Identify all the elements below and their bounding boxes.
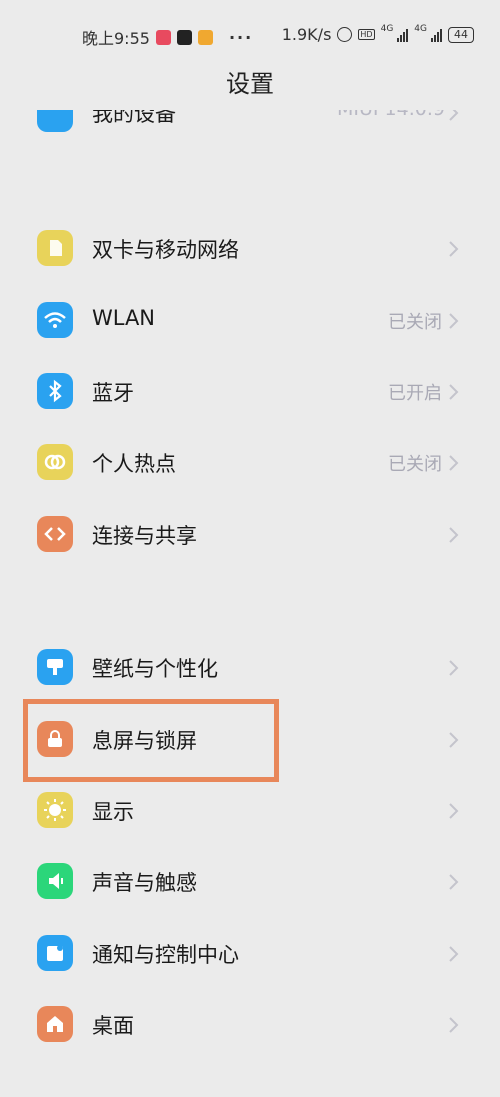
settings-item-label: 连接与共享 [92, 524, 197, 548]
app-notification-icon-2 [197, 29, 213, 45]
settings-item-desktop[interactable]: 桌面 [0, 990, 500, 1062]
settings-item-hotspot[interactable]: 个人热点 已关闭 [0, 428, 500, 500]
network-type-2: 4G [414, 23, 427, 34]
hd-icon: HD [358, 29, 375, 40]
settings-item-bluetooth[interactable]: 蓝牙 已开启 [0, 357, 500, 429]
app-notification-icon [155, 29, 171, 45]
chevron-right-icon [449, 803, 459, 819]
settings-item-label: 显示 [92, 800, 134, 824]
settings-item-label: 双卡与移动网络 [92, 238, 239, 262]
hotspot-icon [37, 444, 73, 480]
settings-item-label: 我的设备 [92, 110, 176, 126]
signal-icon-1 [397, 28, 409, 42]
brightness-icon [37, 792, 73, 828]
settings-item-label: WLAN [92, 306, 156, 330]
status-time: 晚上9:55 [82, 29, 150, 48]
sound-icon [37, 863, 73, 899]
settings-item-label: 个人热点 [92, 452, 176, 476]
status-bar-right: 1.9K/s HD 4G 4G 44 [281, 23, 474, 44]
settings-item-value: MIUI 14.0.9 [337, 110, 445, 120]
wifi-icon [37, 302, 73, 338]
network-speed: 1.9K/s [281, 25, 332, 44]
status-bar-left: 晚上9:55 ··· [82, 25, 253, 49]
chevron-right-icon [449, 110, 459, 121]
settings-item-dual-sim[interactable]: 双卡与移动网络 [0, 214, 500, 286]
page-title: 设置 [226, 70, 274, 98]
settings-item-label: 桌面 [92, 1014, 134, 1038]
chevron-right-icon [449, 946, 459, 962]
settings-item-wallpaper[interactable]: 壁纸与个性化 [0, 633, 500, 705]
settings-item-label: 壁纸与个性化 [92, 657, 218, 681]
signal-icon-2 [431, 28, 442, 42]
wallpaper-icon [37, 649, 73, 685]
chevron-right-icon [449, 455, 459, 471]
settings-item-label: 通知与控制中心 [92, 943, 239, 967]
chevron-right-icon [449, 732, 459, 748]
settings-item-connection-sharing[interactable]: 连接与共享 [0, 500, 500, 572]
sim-card-icon [37, 230, 73, 266]
chevron-right-icon [449, 660, 459, 676]
notification-icon [37, 935, 73, 971]
chevron-right-icon [449, 241, 459, 257]
chevron-right-icon [449, 384, 459, 400]
bluetooth-icon [37, 373, 73, 409]
chevron-right-icon [449, 527, 459, 543]
chevron-right-icon [449, 1017, 459, 1033]
chevron-right-icon [449, 874, 459, 890]
settings-item-label: 声音与触感 [92, 871, 197, 895]
more-notifications-icon: ··· [228, 27, 254, 47]
settings-item-value: 已开启 [388, 383, 442, 404]
highlight-box [23, 699, 279, 782]
home-icon [37, 1006, 73, 1042]
settings-item-value: 已关闭 [388, 312, 442, 333]
settings-item-my-device[interactable]: 我的设备 MIUI 14.0.9 [0, 110, 500, 132]
settings-item-wlan[interactable]: WLAN 已关闭 [0, 286, 500, 358]
settings-item-notification[interactable]: 通知与控制中心 [0, 919, 500, 991]
settings-item-display[interactable]: 显示 [0, 776, 500, 848]
tiktok-icon [176, 29, 192, 45]
alarm-icon [337, 27, 353, 42]
battery-icon: 44 [448, 26, 474, 43]
device-icon [37, 110, 73, 132]
settings-item-sound[interactable]: 声音与触感 [0, 847, 500, 919]
settings-item-value: 已关闭 [388, 454, 442, 475]
chevron-right-icon [449, 313, 459, 329]
status-bar: 晚上9:55 ··· 1.9K/s HD 4G 4G 44 [0, 18, 500, 52]
share-icon [37, 516, 73, 552]
settings-item-label: 蓝牙 [92, 381, 134, 405]
network-type-1: 4G [380, 23, 394, 34]
